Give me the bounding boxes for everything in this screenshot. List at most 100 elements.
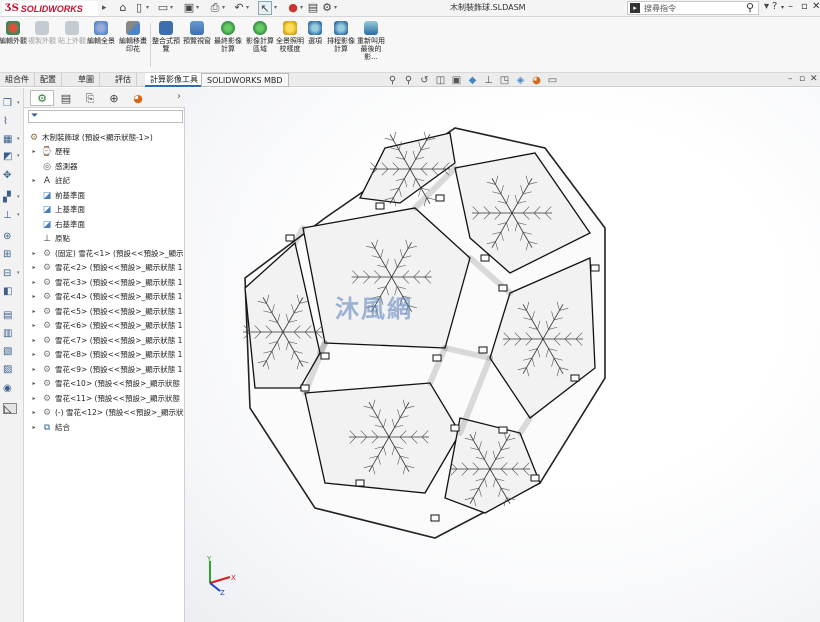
section-view-icon[interactable]: ◫ xyxy=(434,75,447,86)
interference-icon[interactable]: ◉ xyxy=(3,383,17,394)
help-icon[interactable]: ? xyxy=(772,1,777,12)
tree-item[interactable]: ◪ 右基準面 xyxy=(24,218,185,232)
large-assembly-icon[interactable]: ▨ xyxy=(3,364,17,375)
graphics-area[interactable]: 沐風網 xyxy=(185,88,820,622)
expand-arrow-icon[interactable]: ▸ xyxy=(30,261,38,275)
expand-arrow-icon[interactable]: ▸ xyxy=(30,145,38,159)
tab-evaluate[interactable]: 評估 xyxy=(110,73,137,87)
rebuild-icon[interactable]: ● xyxy=(286,1,300,15)
tree-root[interactable]: ⚙ 木制裝飾球 (預設<顯示狀態-1>) xyxy=(24,131,185,145)
expand-arrow-icon[interactable]: ▸ xyxy=(30,276,38,290)
tree-item[interactable]: ▸ ⚙ 雪花<6> (預設<<預設>_顯示狀態 1 xyxy=(24,319,185,333)
dropdown-icon[interactable]: ▾ xyxy=(17,100,20,106)
search-icon[interactable]: ⚲ xyxy=(746,1,754,14)
tab-layout[interactable]: 配置 xyxy=(35,73,62,87)
print-dropdown-icon[interactable]: ▾ xyxy=(222,4,225,11)
tree-item[interactable]: ▸ ⚙ 雪花<11> (預設<<預設>_顯示狀態 xyxy=(24,392,185,406)
open-dropdown-icon[interactable]: ▾ xyxy=(170,4,173,11)
bill-of-materials-icon[interactable]: ⊞ xyxy=(3,249,17,260)
tab-solidworks-mbd[interactable]: SOLIDWORKS MBD xyxy=(201,73,289,87)
print-icon[interactable]: ⎙ xyxy=(208,1,222,15)
hide-show-items-icon[interactable]: ◳ xyxy=(498,75,511,86)
integrated-preview-button[interactable]: 整合式預覽 xyxy=(149,21,183,53)
new-document-icon[interactable]: ▯ xyxy=(132,1,146,15)
options-gear-icon[interactable]: ⚙ xyxy=(320,1,334,15)
view-settings-icon[interactable]: ▭ xyxy=(546,75,559,86)
dropdown-icon[interactable]: ▾ xyxy=(17,212,20,218)
expand-arrow-icon[interactable]: ▸ xyxy=(30,247,38,261)
explode-view-icon[interactable]: ⊟ xyxy=(3,268,17,279)
close-icon[interactable]: ✕ xyxy=(812,1,820,12)
tab-sketch[interactable]: 草圖 xyxy=(73,73,100,87)
display-style-icon[interactable]: ⊥ xyxy=(482,75,495,86)
file-properties-icon[interactable]: ▤ xyxy=(306,1,320,15)
viewport-close-icon[interactable]: ✕ xyxy=(810,74,818,84)
expand-arrow-icon[interactable]: ▸ xyxy=(30,334,38,348)
undo-icon[interactable]: ↶ xyxy=(232,1,246,15)
save-dropdown-icon[interactable]: ▾ xyxy=(196,4,199,11)
edit-appearance-view-icon[interactable]: ◈ xyxy=(514,75,527,86)
rebuild-dropdown-icon[interactable]: ▾ xyxy=(300,4,303,11)
select-dropdown-icon[interactable]: ▾ xyxy=(274,4,277,11)
tree-item[interactable]: ▸ ⚙ 雪花<9> (預設<<預設>_顯示狀態 1 xyxy=(24,363,185,377)
filter-box[interactable]: ⏷ xyxy=(28,110,183,123)
edit-scene-button[interactable]: 編輯全景 xyxy=(84,21,118,45)
expand-arrow-icon[interactable]: ▸ xyxy=(30,421,38,435)
restore-icon[interactable]: ▫ xyxy=(801,1,808,12)
viewport-restore-icon[interactable]: ▫ xyxy=(799,74,805,84)
dynamic-annotation-icon[interactable]: ▣ xyxy=(450,75,463,86)
tree-item[interactable]: ◪ 上基準面 xyxy=(24,203,185,217)
update-icon[interactable]: ▤ xyxy=(3,310,17,321)
shape-icon[interactable]: ◩ xyxy=(3,151,17,162)
preview-window-button[interactable]: 預覽視窗 xyxy=(180,21,214,45)
expand-arrow-icon[interactable]: ▸ xyxy=(30,290,38,304)
tabs-scroll-right-icon[interactable]: › xyxy=(177,91,181,102)
expand-arrow-icon[interactable]: ▸ xyxy=(30,305,38,319)
schedule-render-button[interactable]: 排程影像計算 xyxy=(324,21,358,53)
tree-item[interactable]: ◎ 感測器 xyxy=(24,160,185,174)
reference-geometry-icon[interactable]: ⊥ xyxy=(3,210,17,221)
tree-item[interactable]: ▸ ⚙ (-) 雪花<12> (預設<<預設>_顯示狀 xyxy=(24,406,185,420)
dropdown-icon[interactable]: ▾ xyxy=(17,136,20,142)
minimize-icon[interactable]: – xyxy=(788,1,793,12)
tree-item[interactable]: ▸ ⚙ 雪花<7> (預設<<預設>_顯示狀態 1 xyxy=(24,334,185,348)
assembly-tool-icon[interactable]: ❒ xyxy=(3,98,17,109)
undo-dropdown-icon[interactable]: ▾ xyxy=(246,4,249,11)
save-icon[interactable]: ▣ xyxy=(182,1,196,15)
instant3d-icon[interactable]: ◧ xyxy=(3,286,17,297)
sketch-toggle-icon[interactable]: ◺ xyxy=(3,403,17,415)
expand-arrow-icon[interactable]: ▸ xyxy=(30,174,38,188)
tree-item[interactable]: ▸ ⚙ 雪花<8> (預設<<預設>_顯示狀態 1 xyxy=(24,348,185,362)
configuration-manager-tab-icon[interactable]: ⎘ xyxy=(78,90,102,106)
expand-arrow-icon[interactable]: ▸ xyxy=(30,319,38,333)
paperclip-icon[interactable]: ⌇ xyxy=(3,116,17,127)
feature-tree-tab-icon[interactable]: ⚙ xyxy=(30,90,54,106)
grid-icon[interactable]: ▦ xyxy=(3,134,17,145)
new-dropdown-icon[interactable]: ▾ xyxy=(146,4,149,11)
tab-assembly[interactable]: 組合件 xyxy=(0,73,35,87)
solidworks-logo[interactable]: ƷS SOLIDWORKS xyxy=(2,1,98,16)
viewport-minimize-icon[interactable]: – xyxy=(788,74,793,84)
dropdown-icon[interactable]: ▾ xyxy=(17,194,20,200)
dodecahedron-model[interactable] xyxy=(185,88,820,622)
edit-decal-button[interactable]: 編輯移畫印花 xyxy=(116,21,150,53)
property-manager-tab-icon[interactable]: ▤ xyxy=(54,90,78,106)
tree-item[interactable]: ⊥ 原點 xyxy=(24,232,185,246)
expand-arrow-icon[interactable]: ▸ xyxy=(30,406,38,420)
tree-item[interactable]: ▸ ⌚ 歷程 xyxy=(24,145,185,159)
tree-item[interactable]: ▸ ⚙ 雪花<10> (預設<<預設>_顯示狀態 xyxy=(24,377,185,391)
search-dropdown-icon[interactable]: ▾ xyxy=(764,1,769,12)
assembly-feature-icon[interactable]: ▞ xyxy=(3,192,17,203)
expand-arrow-icon[interactable]: ▸ xyxy=(30,348,38,362)
home-icon[interactable]: ⌂ xyxy=(116,1,130,15)
tree-item[interactable]: ▸ ⚙ 雪花<3> (預設<<預設>_顯示狀態 1 xyxy=(24,276,185,290)
tree-item[interactable]: ▸ ⚙ 雪花<4> (預設<<預設>_顯示狀態 1 xyxy=(24,290,185,304)
display-manager-tab-icon[interactable]: ◕ xyxy=(126,90,150,106)
tree-item[interactable]: ▸ ⚙ 雪花<2> (預設<<預設>_顯示狀態 1 xyxy=(24,261,185,275)
motion-icon[interactable]: ⊛ xyxy=(3,231,17,242)
tree-item[interactable]: ▸ A 註記 xyxy=(24,174,185,188)
filter-icon[interactable]: ⏷ xyxy=(31,111,38,121)
copy-appearance-button[interactable]: 複製外觀 xyxy=(25,21,59,45)
dropdown-icon[interactable]: ▾ xyxy=(17,270,20,276)
snapshot-icon[interactable]: ▧ xyxy=(3,346,17,357)
